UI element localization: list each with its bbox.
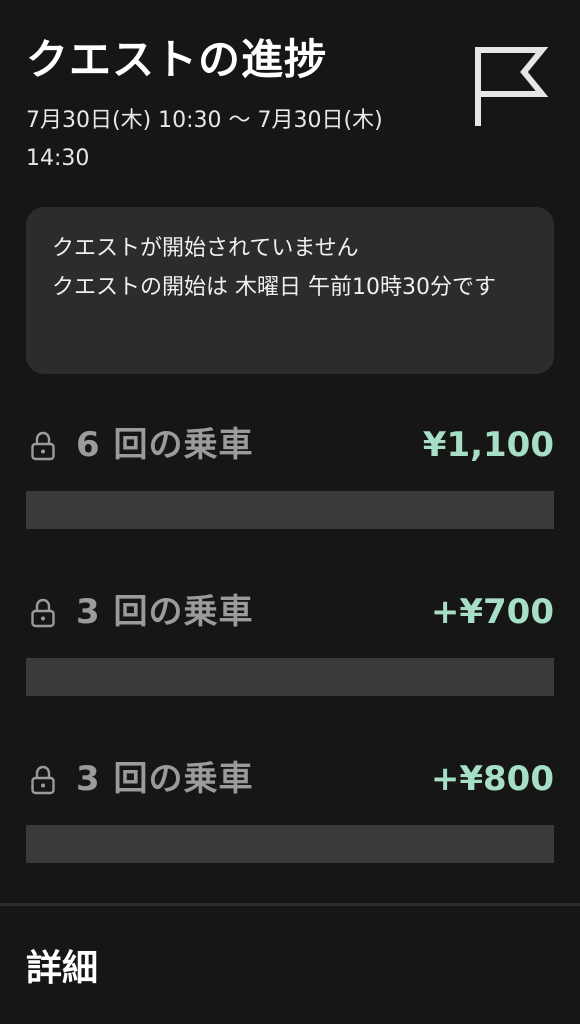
tier-ride-count: 6 回の乗車	[76, 425, 254, 465]
notice-start-time-text: クエストの開始は 木曜日 午前10時30分です	[52, 275, 496, 300]
tier-ride-count: 3 回の乗車	[76, 592, 254, 632]
tier-reward: ¥1,100	[422, 425, 554, 465]
tier-reward: +¥700	[430, 592, 554, 632]
tier-progress-bar	[26, 658, 554, 696]
details-link[interactable]: 詳細	[26, 942, 98, 996]
quest-tier: 3 回の乗車 +¥800	[26, 755, 554, 863]
tier-header: 3 回の乗車 +¥800	[26, 755, 554, 803]
tier-header: 3 回の乗車 +¥700	[26, 588, 554, 636]
quest-tier: 3 回の乗車 +¥700	[26, 588, 554, 696]
quest-tier: 6 回の乗車 ¥1,100	[26, 421, 554, 529]
quest-status-notice: クエストが開始されていません クエストの開始は 木曜日 午前10時30分です	[26, 207, 554, 374]
section-divider	[0, 903, 580, 906]
lock-icon	[31, 765, 55, 795]
tier-reward: +¥800	[430, 759, 554, 799]
header: クエストの進捗 7月30日(木) 10:30 〜 7月30日(木) 14:30	[26, 34, 466, 178]
lock-icon	[31, 598, 55, 628]
tier-progress-bar	[26, 825, 554, 863]
page-title: クエストの進捗	[26, 35, 328, 84]
quest-date-range: 7月30日(木) 10:30 〜 7月30日(木) 14:30	[26, 108, 383, 171]
tier-ride-count: 3 回の乗車	[76, 759, 254, 799]
tier-progress-bar	[26, 491, 554, 529]
notice-status-text: クエストが開始されていません	[52, 236, 359, 261]
tier-header: 6 回の乗車 ¥1,100	[26, 421, 554, 469]
flag-icon	[475, 47, 548, 126]
lock-icon	[31, 431, 55, 461]
